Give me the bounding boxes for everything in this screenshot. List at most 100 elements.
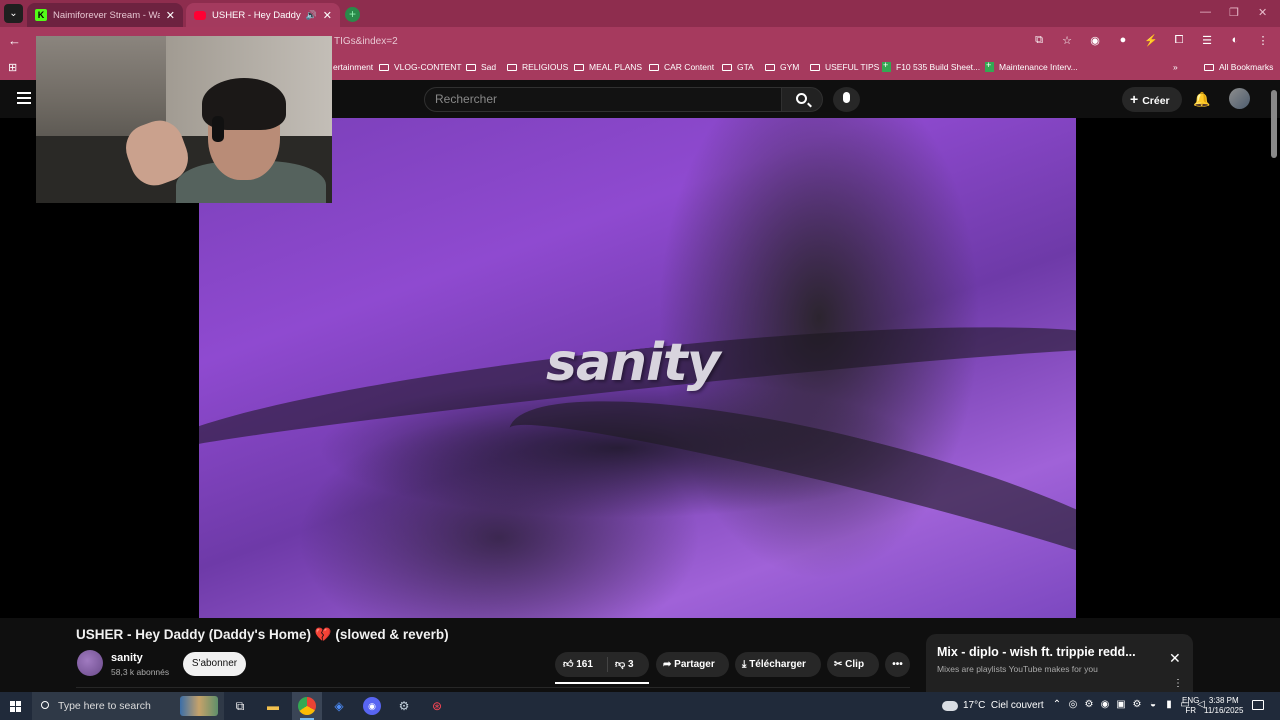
all-bookmarks[interactable]: All Bookmarks: [1204, 62, 1273, 72]
discord-icon[interactable]: ◉: [363, 697, 381, 715]
chrome-icon[interactable]: [298, 697, 316, 715]
mix-playlist-panel[interactable]: Mix - diplo - wish ft. trippie redd... M…: [926, 634, 1193, 692]
extension-vpn-icon[interactable]: ●: [1116, 34, 1130, 47]
bookmark-star-icon[interactable]: ☆: [1060, 34, 1074, 47]
tray-steam-icon[interactable]: ⚙: [1132, 699, 1142, 710]
channel-name[interactable]: sanity: [111, 652, 143, 664]
search-button[interactable]: [781, 87, 823, 112]
hamburger-menu-icon[interactable]: [17, 92, 31, 104]
notifications-bell-icon[interactable]: 🔔: [1193, 91, 1210, 108]
clock-time: 3:38 PM: [1208, 696, 1239, 705]
video-title-main: USHER - Hey Daddy (Daddy's Home): [76, 627, 312, 642]
more-actions-button[interactable]: •••: [885, 652, 910, 677]
screen: ⌄ K Naimiforever Stream - Watch L ✕ USHE…: [0, 0, 1280, 720]
browser-menu-icon[interactable]: ⋮: [1256, 34, 1270, 47]
lang-top: ENG: [1182, 696, 1200, 705]
tray-app-icon[interactable]: ◎: [1068, 699, 1078, 710]
share-label: Partager: [674, 659, 715, 670]
bookmark-folder[interactable]: RELIGIOUS: [507, 62, 568, 72]
tray-chevron-icon[interactable]: ⌃: [1052, 699, 1062, 710]
apps-grid-icon[interactable]: ⊞: [8, 61, 17, 74]
address-bar[interactable]: TIGs&index=2: [332, 31, 1092, 52]
bookmark-folder[interactable]: VLOG-CONTENT: [379, 62, 462, 72]
section-divider: [76, 687, 910, 688]
minimize-icon[interactable]: —: [1200, 6, 1211, 18]
bookmark-folder[interactable]: CAR Content: [649, 62, 714, 72]
close-icon[interactable]: ✕: [1169, 650, 1181, 667]
search-highlight-image: [180, 696, 218, 716]
steam-icon[interactable]: ⚙: [395, 697, 413, 715]
clip-button[interactable]: ✂ Clip: [827, 652, 879, 677]
extensions-puzzle-icon[interactable]: ⧠: [1172, 34, 1186, 47]
subscribe-button[interactable]: S'abonner: [183, 652, 246, 676]
page-scrollbar[interactable]: [1271, 90, 1277, 158]
windows-start-icon[interactable]: [10, 701, 21, 712]
bookmark-folder[interactable]: Sad: [466, 62, 496, 72]
download-icon: ⤓: [742, 659, 747, 670]
like-underline: [555, 682, 649, 684]
weather-widget[interactable]: 17°C Ciel couvert: [939, 697, 1044, 711]
clock[interactable]: 3:38 PM 11/16/2025: [1204, 696, 1243, 716]
bookmark-folder[interactable]: ertainment: [333, 62, 373, 72]
taskbar-search-placeholder: Type here to search: [58, 700, 151, 712]
close-tab-icon[interactable]: ✕: [323, 9, 332, 22]
bookmark-label: ertainment: [333, 62, 374, 72]
back-arrow-icon[interactable]: ←: [8, 33, 21, 48]
search-icon: [796, 93, 807, 104]
like-dislike-group: 👍︎ 161 👎︎ 3: [555, 652, 649, 677]
taskbar-search[interactable]: Type here to search: [32, 692, 224, 720]
bookmark-folder[interactable]: GYM: [765, 62, 799, 72]
install-app-icon[interactable]: ⧉: [1032, 34, 1046, 47]
language-indicator[interactable]: ENG FR: [1182, 696, 1199, 716]
bookmark-folder[interactable]: MEAL PLANS: [574, 62, 642, 72]
kick-icon: K: [35, 9, 47, 21]
tab-kick-stream[interactable]: K Naimiforever Stream - Watch L ✕: [27, 3, 183, 27]
reading-list-icon[interactable]: ☰: [1200, 34, 1214, 47]
like-count: 161: [576, 659, 593, 670]
file-explorer-icon[interactable]: ▬: [264, 697, 282, 715]
tray-app-icon[interactable]: ▣: [1116, 699, 1126, 710]
like-button[interactable]: 👍︎ 161: [563, 652, 593, 677]
tray-discord-icon[interactable]: ◉: [1100, 699, 1110, 710]
notification-icon[interactable]: [1252, 700, 1264, 710]
folder-icon: [466, 63, 476, 71]
task-view-icon[interactable]: ⧉: [231, 697, 249, 715]
restore-icon[interactable]: ❐: [1229, 6, 1239, 19]
new-tab-button[interactable]: +: [345, 7, 360, 22]
headphones-icon: [212, 116, 224, 142]
download-button[interactable]: ⤓ Télécharger: [735, 652, 821, 677]
cloudy-weather-icon: [939, 697, 958, 711]
bookmark-folder[interactable]: GTA: [722, 62, 754, 72]
dislike-button[interactable]: 👎︎ 3: [615, 652, 634, 677]
speaker-icon[interactable]: 🔊: [306, 10, 317, 21]
tray-app-icon[interactable]: ⚙: [1084, 699, 1094, 710]
bookmark-folder[interactable]: USEFUL TIPS: [810, 62, 879, 72]
dislike-count: 3: [627, 659, 634, 670]
close-window-icon[interactable]: ✕: [1258, 6, 1267, 19]
bookmark-label: Sad: [481, 62, 497, 72]
bookmarks-overflow-icon[interactable]: »: [1173, 62, 1178, 72]
microphone-icon: [843, 92, 850, 103]
tab-youtube-video[interactable]: USHER - Hey Daddy (Daddy 🔊 ✕: [186, 3, 340, 27]
profile-icon[interactable]: ◐: [1228, 34, 1242, 47]
tab-search-button[interactable]: ⌄: [4, 4, 23, 23]
extension-translate-icon[interactable]: ⚡: [1144, 34, 1158, 47]
search-input[interactable]: Rechercher: [424, 87, 782, 112]
valorant-icon[interactable]: ⊛: [428, 697, 446, 715]
close-tab-icon[interactable]: ✕: [166, 9, 175, 22]
share-button[interactable]: ➦ Partager: [656, 652, 729, 677]
account-avatar[interactable]: [1229, 88, 1250, 109]
more-vert-icon[interactable]: ⋮: [1173, 678, 1183, 689]
tray-wifi-icon[interactable]: ◒: [1148, 699, 1158, 710]
extension-audio-icon[interactable]: ◉: [1088, 34, 1102, 47]
create-button[interactable]: + Créer: [1122, 87, 1182, 112]
windows-taskbar: Type here to search ⧉ ▬ ◈ ◉ ⚙ ⊛ 17°C Cie…: [0, 692, 1280, 720]
bookmark-sheet[interactable]: Maintenance Interv...: [985, 60, 1078, 72]
tray-mic-icon[interactable]: ▮: [1164, 699, 1174, 710]
channel-avatar[interactable]: [77, 650, 103, 676]
scissors-icon: ✂: [834, 659, 843, 670]
voice-search-button[interactable]: [833, 87, 860, 112]
mix-title: Mix - diplo - wish ft. trippie redd...: [937, 645, 1136, 659]
app-diamond-icon[interactable]: ◈: [330, 697, 348, 715]
bookmark-sheet[interactable]: F10 535 Build Sheet...: [882, 60, 980, 72]
